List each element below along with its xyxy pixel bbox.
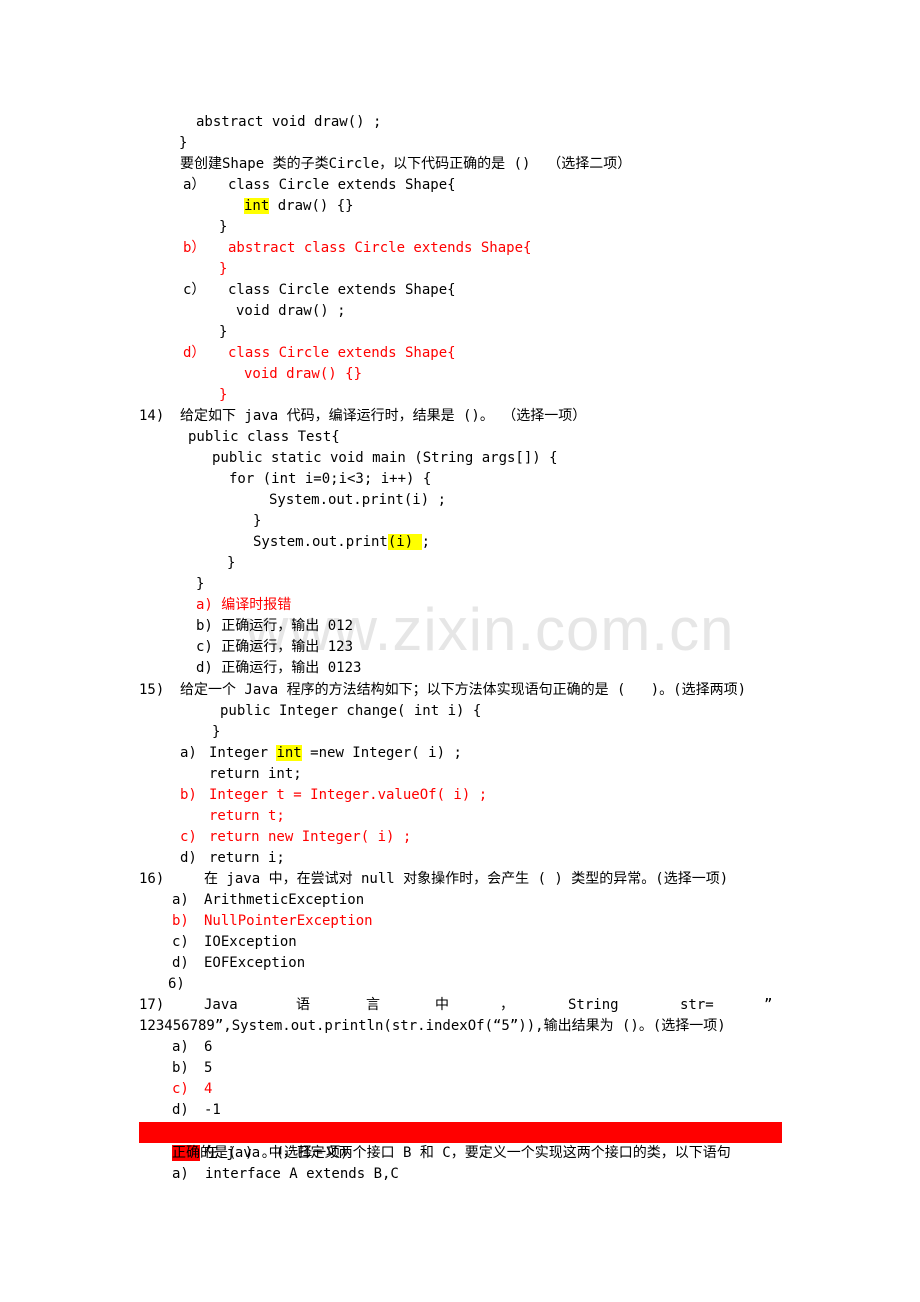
code-line: for (int i=0;i<3; i++) {: [229, 471, 432, 487]
option-label: d）: [183, 345, 206, 361]
code-line: System.out.print(i) ;: [269, 492, 447, 508]
option-code: Integer int =new Integer( i) ;: [209, 743, 462, 764]
question-text: 要创建Shape 类的子类Circle，以下代码正确的是 () （选择二项）: [180, 156, 632, 172]
option-label: a): [180, 745, 197, 761]
option-text: interface A extends B,C: [205, 1166, 399, 1182]
option-text: IOException: [204, 934, 297, 950]
option-label: b): [172, 1060, 189, 1076]
question-text-line2: 正确的是( ) 。(选择一项): [172, 1143, 349, 1164]
option-code: return new Integer( i) ;: [209, 829, 412, 845]
question-number: 16): [139, 871, 165, 887]
option-label: a): [196, 597, 213, 613]
option-text: -1: [204, 1102, 221, 1118]
option-text: 正确运行，输出 0123: [221, 660, 362, 676]
option-label: d): [172, 955, 189, 971]
option-code: int draw() {}: [244, 196, 354, 217]
option-item: a) 编译时报错: [196, 595, 291, 616]
stray-text: 6): [168, 976, 185, 992]
option-code: }: [219, 324, 228, 340]
option-text: 编译时报错: [221, 597, 292, 613]
option-label: c): [172, 1081, 189, 1097]
code-text: Integer: [209, 745, 277, 761]
highlight: 正确: [172, 1145, 200, 1161]
highlighted-question-line: 18)在 java 中，已定义两个接口 B 和 C，要定义一个实现这两个接口的类…: [139, 1122, 782, 1161]
option-code: }: [219, 387, 228, 403]
option-label: d): [196, 660, 213, 676]
question-text: 给定如下 java 代码，编译运行时，结果是 ()。 （选择一项）: [180, 408, 587, 424]
option-text: 正确运行，输出 123: [221, 639, 354, 655]
option-code: return int;: [209, 766, 302, 782]
option-label: c): [180, 829, 197, 845]
highlight: (i): [387, 534, 422, 550]
question-text: 在 java 中，在尝试对 null 对象操作时，会产生 ( ) 类型的异常。(…: [204, 871, 729, 887]
option-text: 6: [204, 1039, 213, 1055]
option-text: 正确运行，输出 012: [221, 618, 354, 634]
code-line: }: [196, 576, 205, 592]
option-code: void draw() {}: [244, 366, 363, 382]
code-line: }: [227, 555, 236, 571]
option-label: a): [172, 1166, 189, 1182]
question-word: ，: [500, 997, 514, 1013]
code-line: public class Test{: [188, 429, 340, 445]
question-number: 17): [139, 997, 165, 1013]
option-label: a): [172, 892, 189, 908]
option-code: return i;: [209, 850, 285, 866]
option-label: d): [172, 1102, 189, 1118]
option-code: }: [219, 261, 228, 277]
option-label: b): [180, 787, 197, 803]
question-word: 言: [366, 997, 380, 1013]
code-line: public static void main (String args[]) …: [212, 450, 558, 466]
question-text: 123456789”,System.out.println(str.indexO…: [139, 1018, 726, 1034]
option-code: class Circle extends Shape{: [228, 177, 456, 193]
option-code: class Circle extends Shape{: [228, 345, 456, 361]
option-label: c): [172, 934, 189, 950]
code-line: }: [212, 724, 221, 740]
option-code-text: draw() {}: [277, 198, 354, 214]
question-text: 给定一个 Java 程序的方法结构如下；以下方法体实现语句正确的是 ( )。(选…: [180, 682, 746, 698]
option-label: b): [172, 913, 189, 929]
option-label: b）: [183, 240, 206, 256]
document-page: abstract void draw() ; } 要创建Shape 类的子类Ci…: [0, 0, 920, 1302]
code-line: }: [253, 513, 262, 529]
question-word: str=: [680, 997, 714, 1013]
question-number: 15): [139, 682, 165, 698]
option-label: c）: [183, 282, 206, 298]
option-code: Integer t = Integer.valueOf( i) ;: [209, 787, 488, 803]
code-text: ;: [421, 534, 431, 550]
code-line: abstract void draw() ;: [196, 114, 382, 130]
code-line: System.out.print(i) ;: [253, 532, 430, 553]
option-code: return t;: [209, 808, 285, 824]
code-text: System.out.print: [253, 534, 388, 550]
question-word: 语: [296, 997, 310, 1013]
option-label: c): [196, 639, 213, 655]
option-text: NullPointerException: [204, 913, 373, 929]
option-item: b) 正确运行，输出 012: [196, 616, 353, 637]
option-text: EOFException: [204, 955, 306, 971]
option-code: }: [219, 219, 228, 235]
highlight: int: [244, 198, 270, 214]
code-line: public Integer change( int i) {: [220, 703, 482, 719]
question-word: 中: [435, 997, 449, 1013]
option-code: class Circle extends Shape{: [228, 282, 456, 298]
question-number: 14): [139, 408, 165, 424]
option-label: d): [180, 850, 197, 866]
option-item: c) 正确运行，输出 123: [196, 637, 353, 658]
option-code: abstract class Circle extends Shape{: [228, 240, 532, 256]
question-text: 的是( ) 。(选择一项): [200, 1145, 349, 1161]
option-code: void draw() ;: [236, 303, 346, 319]
highlight: int: [276, 745, 302, 761]
code-text: =new Integer( i) ;: [301, 745, 462, 761]
option-label: a): [172, 1039, 189, 1055]
option-item: d) 正确运行，输出 0123: [196, 658, 361, 679]
question-word: ”: [764, 997, 773, 1013]
question-word: String: [568, 997, 619, 1013]
option-text: 4: [204, 1081, 213, 1097]
option-text: ArithmeticException: [204, 892, 365, 908]
question-word: Java: [204, 997, 238, 1013]
option-label: a）: [183, 177, 206, 193]
code-line: }: [179, 135, 188, 151]
option-label: b): [196, 618, 213, 634]
option-text: 5: [204, 1060, 213, 1076]
